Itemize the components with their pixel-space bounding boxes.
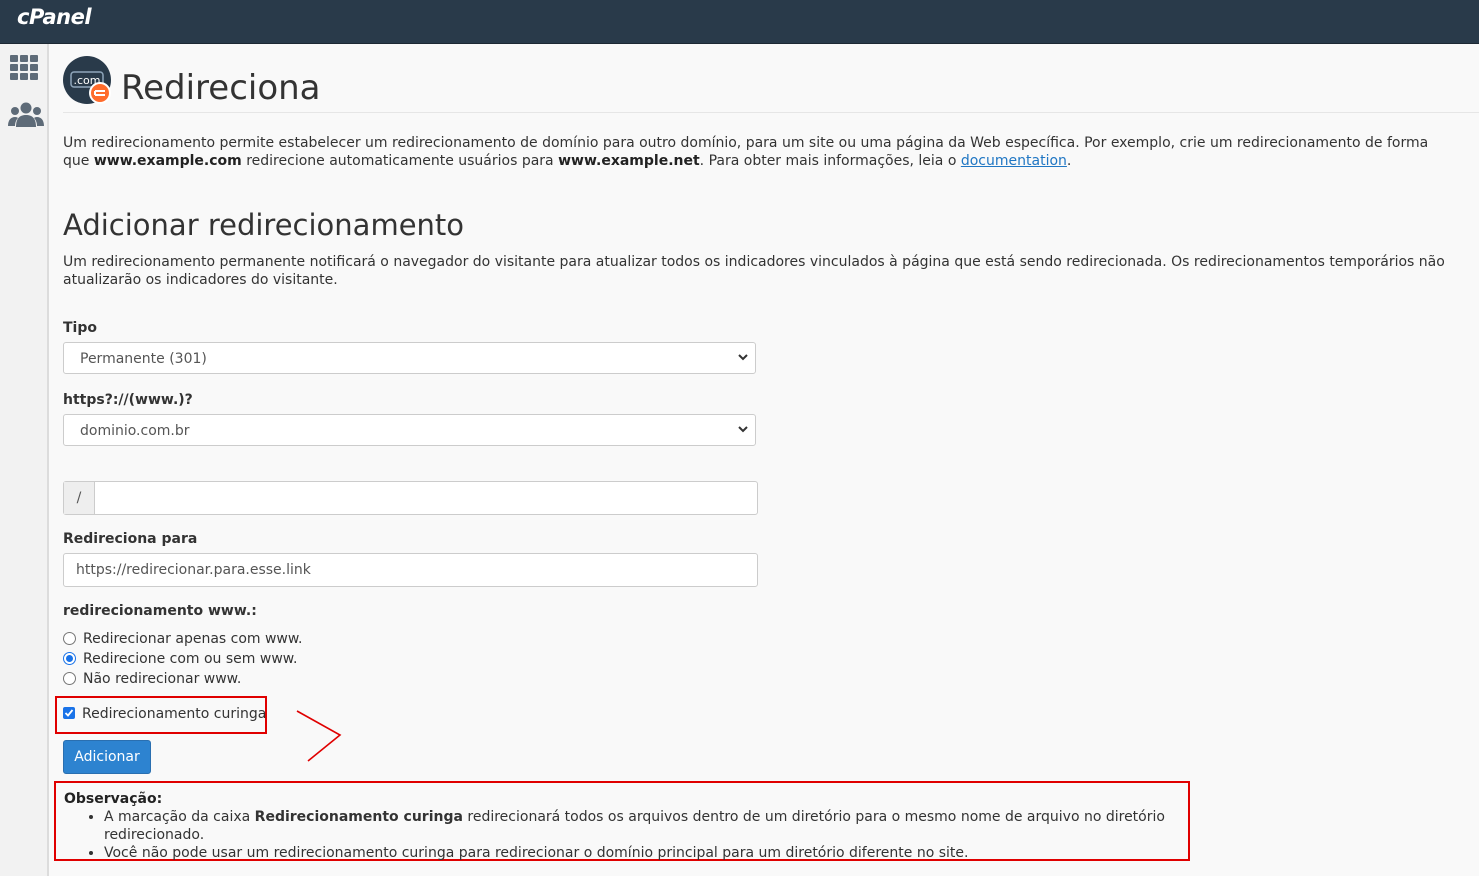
chevron-down-icon bbox=[737, 350, 749, 368]
page-header: .com Redireciona bbox=[63, 54, 1479, 113]
radio-label: Não redirecionar www. bbox=[83, 671, 242, 687]
intro-part: . Para obter mais informações, leia o bbox=[699, 153, 961, 169]
type-select-value: Permanente (301) bbox=[80, 351, 207, 367]
sidebar bbox=[0, 44, 49, 876]
intro-part: redirecione automaticamente usuários par… bbox=[241, 153, 559, 169]
wildcard-label: Redirecionamento curinga bbox=[82, 706, 267, 722]
radio-button-selected[interactable] bbox=[63, 651, 76, 665]
list-item: A marcação da caixa Redirecionamento cur… bbox=[104, 808, 1180, 844]
path-prefix: / bbox=[64, 482, 95, 514]
page-title: Redireciona bbox=[121, 68, 321, 108]
top-bar: cPanel bbox=[0, 0, 1479, 44]
note-title: Observação: bbox=[64, 791, 163, 807]
intro-text: Um redirecionamento permite estabelecer … bbox=[63, 134, 1453, 170]
path-input[interactable] bbox=[95, 482, 757, 514]
section-title: Adicionar redirecionamento bbox=[63, 208, 465, 242]
radio-label: Redirecionar apenas com www. bbox=[83, 631, 303, 647]
radio-only-www[interactable]: Redirecionar apenas com www. bbox=[63, 630, 303, 648]
radio-button[interactable] bbox=[63, 631, 76, 645]
intro-part: . bbox=[1066, 153, 1072, 169]
radio-with-or-without-www[interactable]: Redirecione com ou sem www. bbox=[63, 650, 297, 668]
note-bold: Redirecionamento curinga bbox=[254, 809, 463, 825]
redirect-url-input[interactable]: https://redirecionar.para.esse.link bbox=[63, 553, 758, 587]
users-icon[interactable] bbox=[8, 102, 44, 132]
type-label: Tipo bbox=[63, 320, 97, 336]
add-button[interactable]: Adicionar bbox=[63, 740, 151, 774]
wildcard-redirect-option[interactable]: Redirecionamento curinga bbox=[63, 705, 266, 723]
note-list: A marcação da caixa Redirecionamento cur… bbox=[64, 808, 1180, 862]
example-from: www.example.com bbox=[93, 153, 242, 169]
section-description: Um redirecionamento permanente notificar… bbox=[63, 254, 1445, 288]
redirect-to-label: Redireciona para bbox=[63, 531, 198, 547]
chevron-down-icon bbox=[737, 422, 749, 440]
wildcard-checkbox[interactable] bbox=[63, 707, 75, 719]
path-input-group: / bbox=[63, 481, 758, 515]
annotation-arrow-icon bbox=[296, 710, 342, 762]
domain-label: https?://(www.)? bbox=[63, 392, 193, 408]
radio-label: Redirecione com ou sem www. bbox=[83, 651, 298, 667]
cpanel-logo[interactable]: cPanel bbox=[17, 5, 92, 29]
note-box: Observação: A marcação da caixa Redireci… bbox=[54, 781, 1190, 861]
www-redirect-label: redirecionamento www.: bbox=[63, 603, 257, 619]
documentation-link[interactable]: documentation bbox=[961, 153, 1067, 169]
list-item: Você não pode usar um redirecionamento c… bbox=[104, 844, 1180, 862]
radio-button[interactable] bbox=[63, 671, 76, 685]
note-text: A marcação da caixa bbox=[104, 809, 255, 825]
example-to: www.example.net bbox=[558, 153, 700, 169]
grid-icon[interactable] bbox=[10, 55, 40, 85]
type-select[interactable]: Permanente (301) bbox=[63, 342, 756, 374]
domain-select-value: dominio.com.br bbox=[80, 423, 190, 439]
domain-select[interactable]: dominio.com.br bbox=[63, 414, 756, 446]
radio-no-www[interactable]: Não redirecionar www. bbox=[63, 670, 241, 688]
redirect-domain-icon: .com bbox=[63, 56, 113, 110]
